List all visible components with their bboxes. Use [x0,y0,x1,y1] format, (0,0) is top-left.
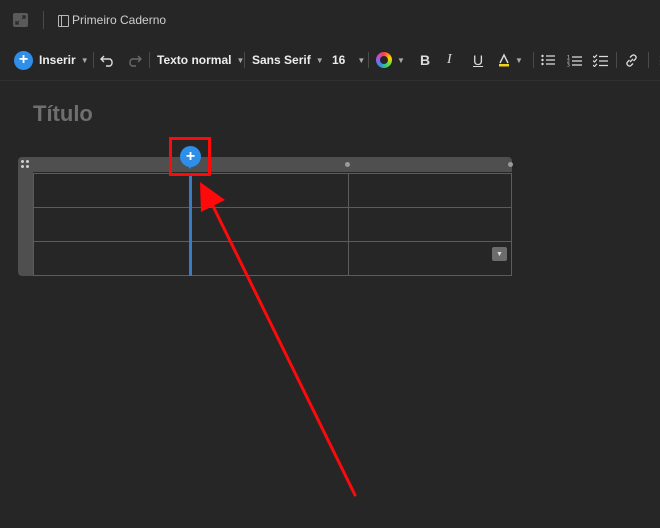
annotation-arrow [200,182,357,497]
